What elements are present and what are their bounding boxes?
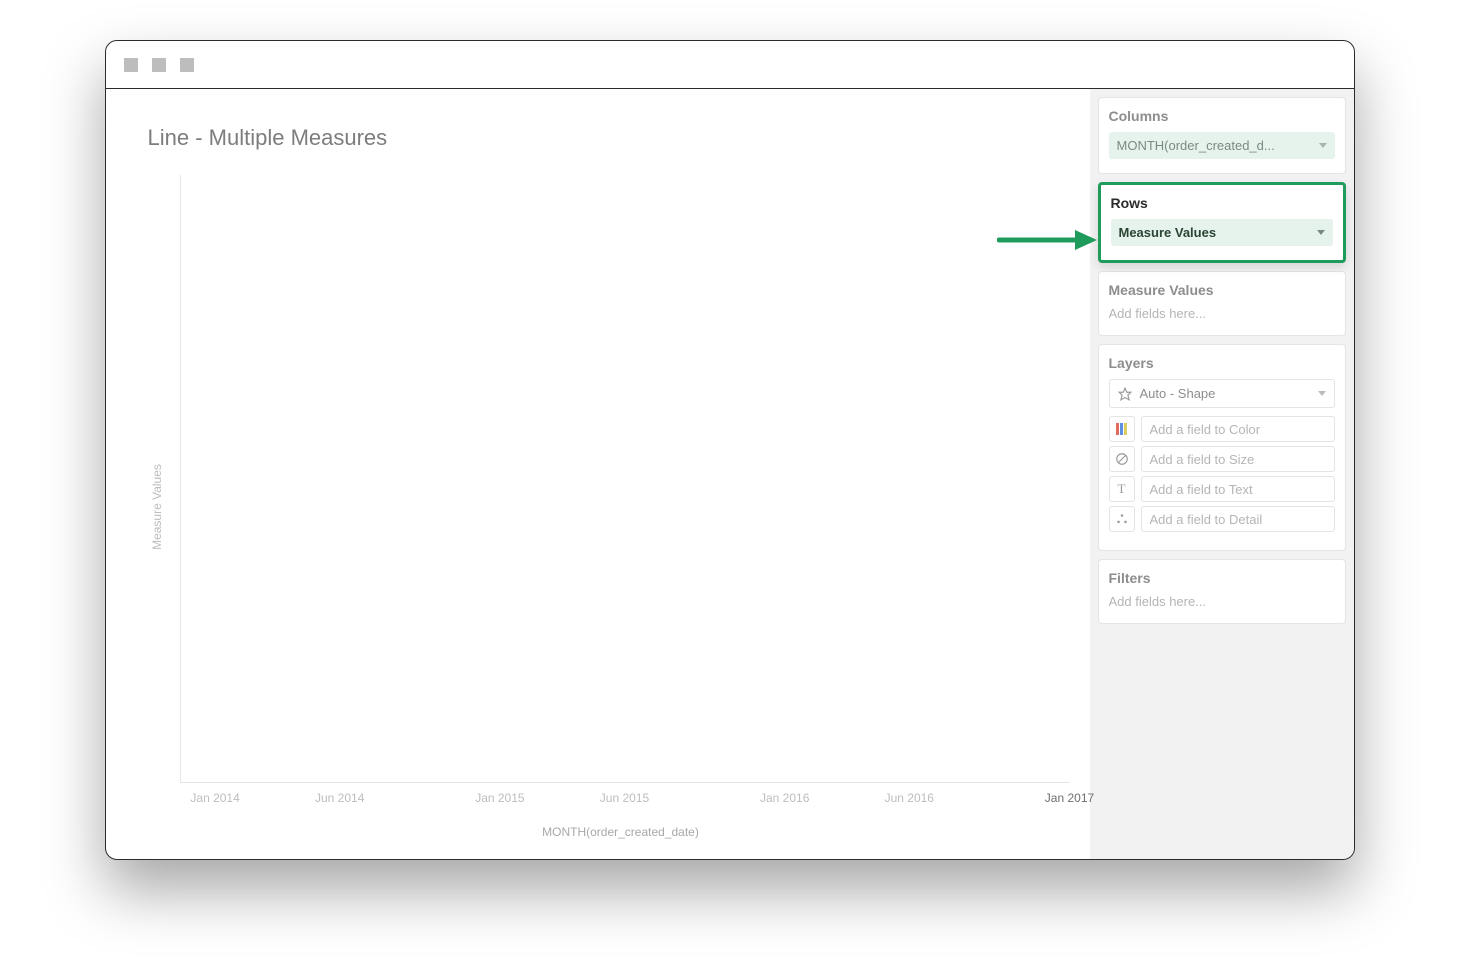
content-area: Line - Multiple Measures Measure Values … xyxy=(106,89,1354,859)
plot-wrapper: Measure Values Jan 2014Jun 2014Jan 2015J… xyxy=(142,175,1070,839)
layer-type-select[interactable]: Auto - Shape xyxy=(1109,379,1335,408)
filters-placeholder[interactable]: Add fields here... xyxy=(1109,594,1335,609)
color-slot[interactable]: Add a field to Color xyxy=(1141,416,1335,442)
chart-area: Line - Multiple Measures Measure Values … xyxy=(106,89,1090,859)
layers-panel-title: Layers xyxy=(1109,355,1335,371)
measure-values-panel-title: Measure Values xyxy=(1109,282,1335,298)
x-tick: Jan 2016 xyxy=(760,791,809,805)
plot-box[interactable] xyxy=(180,175,1070,783)
color-slot-row: Add a field to Color xyxy=(1109,416,1335,442)
rows-panel-title: Rows xyxy=(1111,195,1333,211)
columns-panel-title: Columns xyxy=(1109,108,1335,124)
rows-panel: Rows Measure Values xyxy=(1098,182,1346,263)
measure-values-placeholder[interactable]: Add fields here... xyxy=(1109,306,1335,321)
y-axis-label-wrap: Measure Values xyxy=(142,175,172,839)
filters-panel-title: Filters xyxy=(1109,570,1335,586)
color-icon[interactable] xyxy=(1109,416,1135,442)
text-icon[interactable]: T xyxy=(1109,476,1135,502)
x-tick: Jun 2016 xyxy=(885,791,934,805)
circle-icon xyxy=(1115,452,1129,466)
layer-type-label: Auto - Shape xyxy=(1140,386,1216,401)
x-tick: Jun 2014 xyxy=(315,791,364,805)
sidebar: Columns MONTH(order_created_d... Rows Me… xyxy=(1090,89,1354,859)
window-control-dot[interactable] xyxy=(124,58,138,72)
detail-slot-row: Add a field to Detail xyxy=(1109,506,1335,532)
chevron-down-icon xyxy=(1319,143,1327,148)
x-tick: Jan 2015 xyxy=(475,791,524,805)
chevron-down-icon xyxy=(1318,391,1326,396)
x-tick: Jun 2015 xyxy=(600,791,649,805)
star-icon xyxy=(1118,387,1132,401)
x-axis-ticks: Jan 2014 Jun 2014 Jan 2015 Jun 2015 Jan 2016… xyxy=(180,791,1070,807)
plot-right: Jan 2014 Jun 2014 Jan 2015 Jun 2015 Jan 2016… xyxy=(172,175,1070,839)
filters-panel: Filters Add fields here... xyxy=(1098,559,1346,624)
x-tick: Jan 2014 xyxy=(190,791,239,805)
measure-values-panel: Measure Values Add fields here... xyxy=(1098,271,1346,336)
y-axis-label: Measure Values xyxy=(150,464,164,550)
columns-pill-label: MONTH(order_created_d... xyxy=(1117,138,1275,153)
rows-pill[interactable]: Measure Values xyxy=(1111,219,1333,246)
titlebar xyxy=(106,41,1354,89)
x-axis-label: MONTH(order_created_date) xyxy=(172,825,1070,839)
rows-pill-label: Measure Values xyxy=(1119,225,1217,240)
text-slot[interactable]: Add a field to Text xyxy=(1141,476,1335,502)
window-control-dot[interactable] xyxy=(152,58,166,72)
text-slot-row: T Add a field to Text xyxy=(1109,476,1335,502)
size-icon[interactable] xyxy=(1109,446,1135,472)
columns-pill[interactable]: MONTH(order_created_d... xyxy=(1109,132,1335,159)
app-window: Line - Multiple Measures Measure Values … xyxy=(105,40,1355,860)
layers-panel: Layers Auto - Shape Add a field to Color xyxy=(1098,344,1346,551)
chart-title: Line - Multiple Measures xyxy=(148,125,1070,151)
detail-icon[interactable] xyxy=(1109,506,1135,532)
chevron-down-icon xyxy=(1317,230,1325,235)
size-slot-row: Add a field to Size xyxy=(1109,446,1335,472)
dots-icon xyxy=(1115,512,1129,526)
window-control-dot[interactable] xyxy=(180,58,194,72)
size-slot[interactable]: Add a field to Size xyxy=(1141,446,1335,472)
columns-panel: Columns MONTH(order_created_d... xyxy=(1098,97,1346,174)
x-tick: Jan 2017 xyxy=(1045,791,1094,805)
detail-slot[interactable]: Add a field to Detail xyxy=(1141,506,1335,532)
